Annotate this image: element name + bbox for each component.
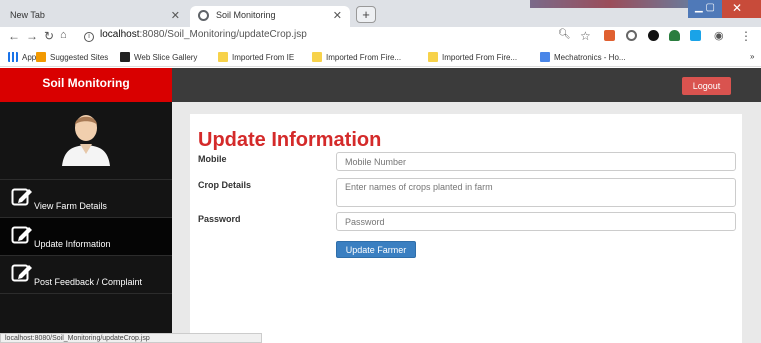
browser-toolbar: ← → ↻ ⌂ i localhost:8080/Soil_Monitoring/… xyxy=(0,27,761,47)
brand-title[interactable]: Soil Monitoring xyxy=(0,68,172,102)
edit-icon xyxy=(11,264,32,282)
bookmark-imported-firefox-2[interactable]: Imported From Fire... xyxy=(428,52,517,62)
apps-grid-icon xyxy=(8,52,18,62)
bookmark-star-icon[interactable]: ☆ xyxy=(580,29,591,43)
tab-title: New Tab xyxy=(10,10,45,20)
sidebar-item-view-farm-details[interactable]: View Farm Details xyxy=(0,180,172,218)
sidebar-item-label: Post Feedback / Complaint xyxy=(34,277,143,287)
folder-icon xyxy=(428,52,438,62)
address-bar[interactable]: i localhost:8080/Soil_Monitoring/updateCr… xyxy=(84,29,554,45)
sidebar-item-update-information[interactable]: Update Information xyxy=(0,218,172,256)
edit-icon xyxy=(11,188,32,206)
close-tab-icon[interactable]: ✕ xyxy=(333,9,342,22)
folder-icon xyxy=(312,52,322,62)
url-host: localhost xyxy=(100,29,140,40)
url-path: :8080/Soil_Monitoring/updateCrop.jsp xyxy=(139,29,307,40)
bookmark-imported-ie[interactable]: Imported From IE xyxy=(218,52,294,62)
bookmarks-bar: Apps Suggested Sites Web Slice Gallery I… xyxy=(0,47,761,67)
bookmark-mechatronics[interactable]: Mechatronics - Ho... xyxy=(540,52,626,62)
edit-icon xyxy=(11,226,32,244)
extension-icon[interactable] xyxy=(669,30,680,41)
tab-strip: New Tab ✕ Soil Monitoring ✕ + ▁ ▢ ✕ xyxy=(0,0,761,27)
extension-icon[interactable] xyxy=(648,30,659,41)
password-input[interactable] xyxy=(336,212,736,231)
status-bar-url: localhost:8080/Soil_Monitoring/updateCro… xyxy=(0,333,262,343)
new-tab-button[interactable]: + xyxy=(356,6,376,23)
extension-icon[interactable] xyxy=(690,30,701,41)
info-icon[interactable]: i xyxy=(84,32,94,42)
update-form-panel: Update Information Mobile Crop Details P… xyxy=(190,114,742,343)
home-icon[interactable]: ⌂ xyxy=(60,29,67,41)
minimize-icon[interactable]: ▁ ▢ xyxy=(688,0,722,18)
background-window-strip xyxy=(530,0,690,8)
avatar xyxy=(62,115,110,166)
sidebar: View Farm Details Update Information Pos… xyxy=(0,102,172,343)
globe-icon xyxy=(198,10,209,21)
profile-icon[interactable]: ◉ xyxy=(714,29,724,42)
close-tab-icon[interactable]: ✕ xyxy=(171,9,180,22)
sidebar-item-post-feedback[interactable]: Post Feedback / Complaint xyxy=(0,256,172,294)
sidebar-item-label: View Farm Details xyxy=(34,201,107,211)
menu-icon[interactable]: ⋮ xyxy=(740,29,752,43)
page-title: Update Information xyxy=(198,129,382,151)
mobile-label: Mobile xyxy=(198,154,227,164)
tab-soil-monitoring[interactable]: Soil Monitoring ✕ xyxy=(190,6,350,27)
zoom-icon[interactable]: 🔍︎ xyxy=(558,29,571,40)
password-label: Password xyxy=(198,214,241,224)
bookmark-web-slice-gallery[interactable]: Web Slice Gallery xyxy=(120,52,197,62)
extension-icon[interactable] xyxy=(626,30,637,41)
tab-title: Soil Monitoring xyxy=(216,10,276,20)
crop-details-textarea[interactable] xyxy=(336,178,736,207)
site-icon xyxy=(540,52,550,62)
more-bookmarks-icon[interactable]: » xyxy=(750,52,754,61)
suggested-sites-icon xyxy=(36,52,46,62)
crop-details-label: Crop Details xyxy=(198,180,252,190)
bookmark-imported-firefox-1[interactable]: Imported From Fire... xyxy=(312,52,401,62)
close-window-icon[interactable]: ✕ xyxy=(732,1,742,15)
window-controls: ▁ ▢ ✕ xyxy=(688,0,761,18)
logout-button[interactable]: Logout xyxy=(682,77,731,95)
back-icon[interactable]: ← xyxy=(8,29,20,43)
forward-icon[interactable]: → xyxy=(26,29,38,43)
reload-icon[interactable]: ↻ xyxy=(44,29,54,43)
web-slice-icon xyxy=(120,52,130,62)
mobile-input[interactable] xyxy=(336,152,736,171)
tab-new-tab[interactable]: New Tab ✕ xyxy=(0,6,188,27)
top-navbar: Logout xyxy=(172,68,761,102)
main-content: Update Information Mobile Crop Details P… xyxy=(172,102,761,343)
update-farmer-button[interactable]: Update Farmer xyxy=(336,241,416,258)
profile-section xyxy=(0,102,172,180)
bookmark-suggested-sites[interactable]: Suggested Sites xyxy=(36,52,108,62)
sidebar-item-label: Update Information xyxy=(34,239,111,249)
extension-icon[interactable] xyxy=(604,30,615,41)
folder-icon xyxy=(218,52,228,62)
